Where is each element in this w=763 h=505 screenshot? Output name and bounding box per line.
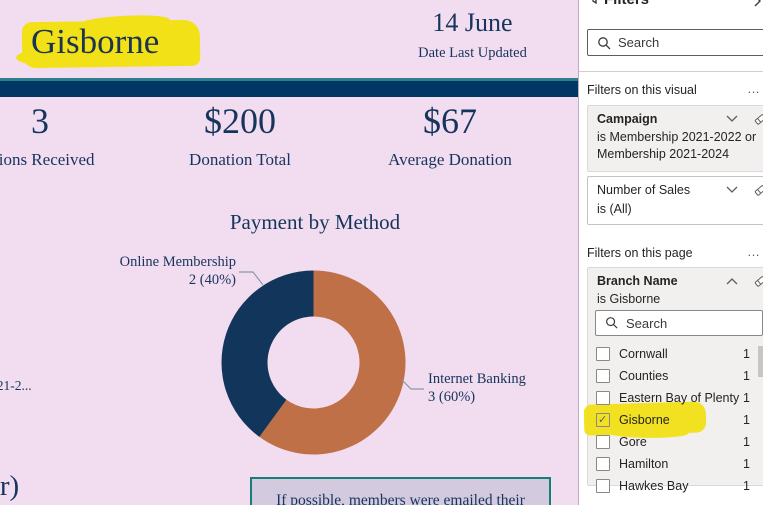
filter-card-branch-name[interactable]: Branch Name is Gisborne Search Cornwall … xyxy=(583,267,763,493)
filter-card-campaign[interactable]: Campaign is Membership 2021-2022 or Memb… xyxy=(587,105,763,172)
item-count: 1 xyxy=(743,391,750,405)
branch-condition-text: is Gisborne xyxy=(597,292,661,306)
sales-field-label: Number of Sales xyxy=(597,183,691,197)
branch-search-box[interactable] xyxy=(595,310,763,336)
date-last-updated-value: 14 June xyxy=(432,8,513,37)
campaign-field-label: Campaign xyxy=(597,112,658,126)
checkbox-icon[interactable] xyxy=(596,369,610,383)
stat-donations-received-value: 3 xyxy=(31,101,49,141)
eraser-icon[interactable] xyxy=(752,111,763,127)
filters-pane-title: Filters xyxy=(604,0,649,8)
filters-on-page-label: Filters on this page xyxy=(587,246,693,260)
eraser-icon[interactable] xyxy=(752,182,763,198)
list-item-gore[interactable]: Gore 1 xyxy=(588,432,763,454)
checkbox-checked-icon[interactable] xyxy=(596,413,610,427)
item-count: 1 xyxy=(743,347,750,361)
filters-pane: Filters Filters on this visual … Campaig… xyxy=(578,0,763,505)
scrollbar-thumb[interactable] xyxy=(758,346,763,377)
list-item-hamilton[interactable]: Hamilton 1 xyxy=(588,454,763,476)
item-count: 1 xyxy=(743,369,750,383)
donut-label-online-membership-value: 2 (40%) xyxy=(188,272,236,288)
stat-average-donation-value: $67 xyxy=(423,101,477,141)
item-label: Hamilton xyxy=(619,457,669,471)
checkbox-icon[interactable] xyxy=(596,457,610,471)
pane-divider xyxy=(579,71,763,72)
item-label: Counties xyxy=(619,369,669,383)
branch-list-scrollbar[interactable] xyxy=(758,344,763,484)
item-count: 1 xyxy=(743,479,750,493)
branch-checkbox-list: Cornwall 1 Counties 1 Eastern Bay of Ple… xyxy=(588,344,763,493)
item-label: Cornwall xyxy=(619,347,668,361)
list-item-gisborne[interactable]: Gisborne 1 xyxy=(588,410,763,432)
stat-donation-total-label: Donation Total xyxy=(189,150,291,169)
search-icon xyxy=(606,317,618,329)
item-label: Gore xyxy=(619,435,647,449)
list-item-hawkes-bay[interactable]: Hawkes Bay 1 xyxy=(588,476,763,498)
donut-label-online-membership-name: Online Membership xyxy=(119,254,236,270)
list-item-counties[interactable]: Counties 1 xyxy=(588,366,763,388)
filters-search-input[interactable] xyxy=(618,32,728,52)
stat-average-donation-label: Average Donation xyxy=(388,150,512,169)
search-icon xyxy=(598,37,611,50)
date-last-updated-label: Date Last Updated xyxy=(418,45,527,61)
payment-donut-chart[interactable] xyxy=(220,269,407,456)
page-section-more-options-icon[interactable]: … xyxy=(747,244,761,259)
item-count: 1 xyxy=(743,457,750,471)
chevron-down-icon[interactable] xyxy=(726,185,738,195)
donut-label-internet-banking-name: Internet Banking xyxy=(428,371,526,387)
chevron-up-icon[interactable] xyxy=(726,276,738,286)
filters-search-box[interactable] xyxy=(587,29,763,56)
item-count: 1 xyxy=(743,435,750,449)
campaign-condition-text: is Membership 2021-2022 or Membership 20… xyxy=(597,130,757,161)
donut-label-internet-banking: Internet Banking 3 (60%) xyxy=(428,370,526,406)
report-canvas: Gisborne 14 June Date Last Updated 3 tio… xyxy=(0,0,578,505)
checkbox-icon[interactable] xyxy=(596,391,610,405)
checkbox-icon[interactable] xyxy=(596,435,610,449)
stat-donations-received-label: tions Received xyxy=(0,150,95,169)
donut-chart-title: Payment by Method xyxy=(229,210,401,234)
clipped-visual-title-text: ar) xyxy=(0,470,20,502)
page-title: Gisborne xyxy=(31,22,160,61)
checkbox-icon[interactable] xyxy=(596,347,610,361)
chevron-down-icon[interactable] xyxy=(726,114,738,124)
header-divider-bar xyxy=(0,78,578,97)
item-label: Hawkes Bay xyxy=(619,479,689,493)
item-label: Eastern Bay of Plenty xyxy=(619,391,740,405)
branch-field-label: Branch Name xyxy=(597,274,678,288)
sales-condition-text: is (All) xyxy=(597,202,632,216)
branch-search-input[interactable] xyxy=(626,313,736,333)
collapse-pane-icon[interactable] xyxy=(753,0,762,8)
stat-donation-total-value: $200 xyxy=(204,101,276,141)
item-count: 1 xyxy=(743,413,750,427)
filter-card-number-of-sales[interactable]: Number of Sales is (All) xyxy=(587,176,763,225)
filters-on-visual-label: Filters on this visual xyxy=(587,83,697,97)
note-textbox: If possible, members were emailed their xyxy=(250,477,551,505)
item-label: Gisborne xyxy=(619,413,670,427)
clipped-legend-text: 021-2... xyxy=(0,378,32,393)
filter-funnel-icon xyxy=(592,0,597,5)
donut-label-internet-banking-value: 3 (60%) xyxy=(428,389,476,405)
powerbi-screen: Gisborne 14 June Date Last Updated 3 tio… xyxy=(0,0,763,505)
donut-label-online-membership: Online Membership 2 (40%) xyxy=(60,253,236,289)
list-item-eastern-bay-of-plenty[interactable]: Eastern Bay of Plenty 1 xyxy=(588,388,763,410)
checkbox-icon[interactable] xyxy=(596,479,610,493)
list-item-cornwall[interactable]: Cornwall 1 xyxy=(588,344,763,366)
eraser-icon[interactable] xyxy=(752,273,763,289)
visual-section-more-options-icon[interactable]: … xyxy=(747,81,761,96)
